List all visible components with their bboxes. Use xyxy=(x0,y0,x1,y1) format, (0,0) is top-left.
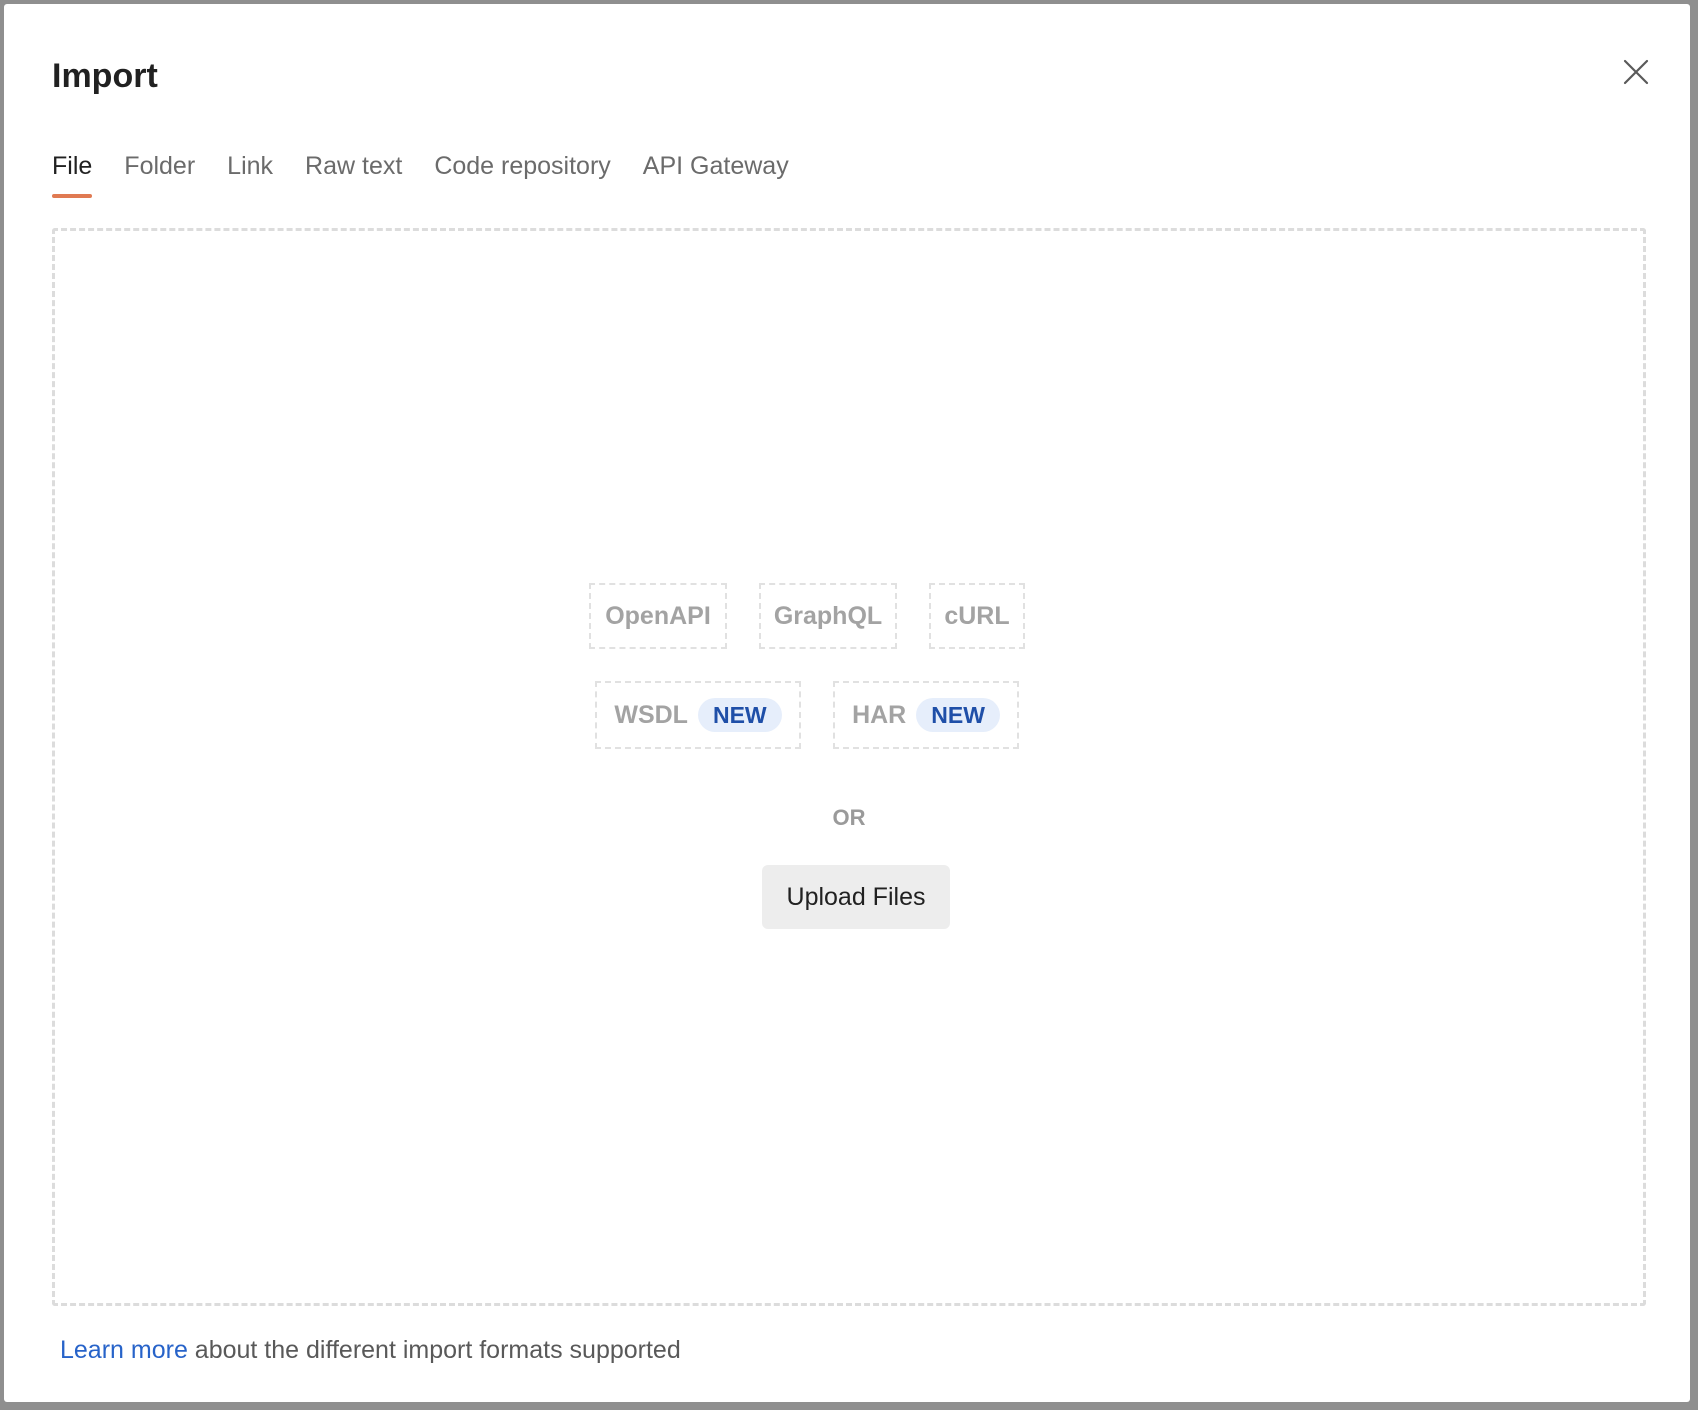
import-modal: Import File Folder Link Raw text Code re… xyxy=(4,4,1690,1402)
close-button[interactable] xyxy=(1616,52,1656,92)
tab-link[interactable]: Link xyxy=(227,146,273,194)
format-chip-wsdl: WSDL NEW xyxy=(595,681,801,749)
format-label: WSDL xyxy=(614,700,688,729)
file-dropzone[interactable]: OpenAPI GraphQL cURL WSDL NEW HAR NEW OR… xyxy=(52,228,1646,1306)
new-badge: NEW xyxy=(916,698,1000,732)
close-icon xyxy=(1623,59,1649,85)
tab-file[interactable]: File xyxy=(52,146,93,198)
or-divider-text: OR xyxy=(832,805,866,830)
tab-api-gateway[interactable]: API Gateway xyxy=(643,146,789,194)
tab-folder[interactable]: Folder xyxy=(124,146,195,194)
format-chip-curl: cURL xyxy=(929,583,1025,649)
import-tabs: File Folder Link Raw text Code repositor… xyxy=(52,146,789,198)
format-label: GraphQL xyxy=(773,601,883,630)
upload-files-button[interactable]: Upload Files xyxy=(762,865,950,929)
format-chip-graphql: GraphQL xyxy=(759,583,897,649)
import-formats-note-text: about the different import formats suppo… xyxy=(187,1336,681,1364)
tab-code-repository[interactable]: Code repository xyxy=(434,146,610,194)
format-label: HAR xyxy=(852,700,907,729)
format-chip-har: HAR NEW xyxy=(833,681,1019,749)
tab-raw-text[interactable]: Raw text xyxy=(305,146,402,194)
format-label: cURL xyxy=(944,601,1010,630)
new-badge: NEW xyxy=(697,698,782,732)
format-chip-openapi: OpenAPI xyxy=(589,583,727,649)
modal-title: Import xyxy=(52,57,158,95)
format-label: OpenAPI xyxy=(605,601,711,630)
learn-more-link[interactable]: Learn more xyxy=(60,1336,188,1364)
import-formats-note: Learn more about the different import fo… xyxy=(60,1330,681,1370)
